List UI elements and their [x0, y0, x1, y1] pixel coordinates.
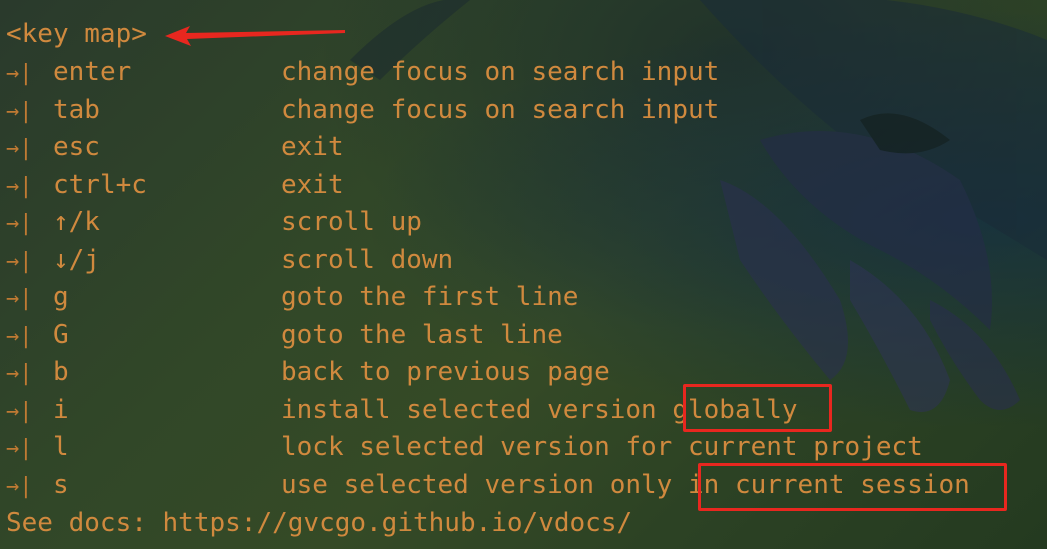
keymap-row: →| esc exit: [6, 129, 344, 166]
keymap-key: g: [53, 282, 69, 312]
keymap-description: change focus on search input: [281, 94, 720, 125]
row-marker-icon: →|: [6, 211, 33, 236]
keymap-row: →| l lock selected version for current pro…: [6, 429, 923, 466]
keymap-row: →| ctrl+c exit: [6, 167, 344, 204]
row-marker-icon: →|: [6, 286, 33, 311]
keymap-key: esc: [53, 132, 100, 162]
row-marker-icon: →|: [6, 361, 33, 386]
keymap-description: lock selected version for current projec…: [281, 432, 923, 462]
keymap-description: change focus on search input: [281, 57, 720, 87]
row-marker-icon: →|: [6, 98, 33, 124]
footer-docs-link[interactable]: See docs: https://gvcgo.github.io/vdocs/: [6, 505, 632, 542]
keymap-row: →| Ggoto the last line: [6, 317, 563, 354]
keymap-header: <key map>: [6, 19, 147, 49]
row-marker-icon: →|: [6, 473, 33, 499]
keymap-key: ctrl+c: [53, 169, 147, 200]
row-marker-icon: →|: [6, 398, 33, 424]
keymap-key: G: [53, 319, 69, 350]
row-marker-icon: →|: [6, 173, 33, 199]
keymap-row: →| i install selected version globally: [6, 392, 798, 429]
keymap-key: ↓/j: [53, 244, 100, 275]
keymap-row: →| ↓/j scroll down: [6, 242, 453, 279]
highlight-box-globally: [683, 384, 832, 432]
keymap-description: back to previous page: [281, 357, 610, 387]
keymap-description: exit: [281, 132, 344, 162]
keymap-description: goto the last line: [281, 319, 563, 350]
keymap-key: l: [53, 432, 69, 462]
keymap-row: →| enter change focus on search input: [6, 54, 719, 91]
keymap-description: exit: [281, 169, 344, 200]
row-marker-icon: →|: [6, 136, 33, 161]
keymap-key: b: [53, 357, 69, 387]
terminal-output: <key map> →| enter change focus on search …: [0, 0, 1047, 549]
keymap-row: →| ↑/k scroll up: [6, 204, 422, 241]
highlight-box-current-session: [698, 463, 1007, 511]
keymap-row: →| s use selected version only in current …: [6, 467, 970, 504]
keymap-key: s: [53, 469, 69, 500]
keymap-row: →| tab change focus on search input: [6, 92, 719, 129]
keymap-key: i: [53, 394, 69, 425]
keymap-row: →| g goto the first line: [6, 279, 578, 316]
keymap-description: goto the first line: [281, 282, 579, 312]
keymap-description: scroll down: [281, 244, 454, 275]
row-marker-icon: →|: [6, 248, 33, 274]
row-marker-icon: →|: [6, 436, 33, 461]
keymap-description: scroll up: [281, 207, 422, 237]
keymap-row: →| b back to previous page: [6, 354, 610, 391]
row-marker-icon: →|: [6, 61, 33, 86]
keymap-key: tab: [53, 94, 100, 125]
keymap-key: ↑/k: [53, 207, 100, 237]
keymap-key: enter: [53, 57, 132, 87]
row-marker-icon: →|: [6, 323, 33, 349]
red-arrow-icon: [165, 26, 345, 46]
